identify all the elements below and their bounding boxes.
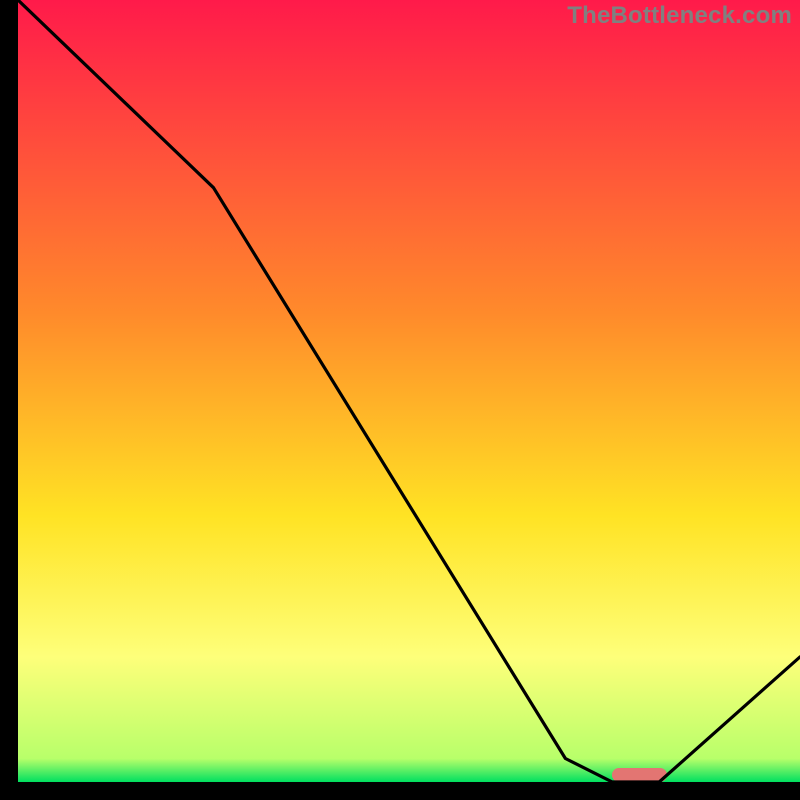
- gradient-background: [18, 0, 800, 782]
- optimal-range-marker: [612, 768, 667, 782]
- y-axis: [0, 0, 18, 800]
- x-axis: [0, 782, 800, 800]
- watermark-label: TheBottleneck.com: [567, 2, 792, 30]
- chart-frame: TheBottleneck.com: [0, 0, 800, 800]
